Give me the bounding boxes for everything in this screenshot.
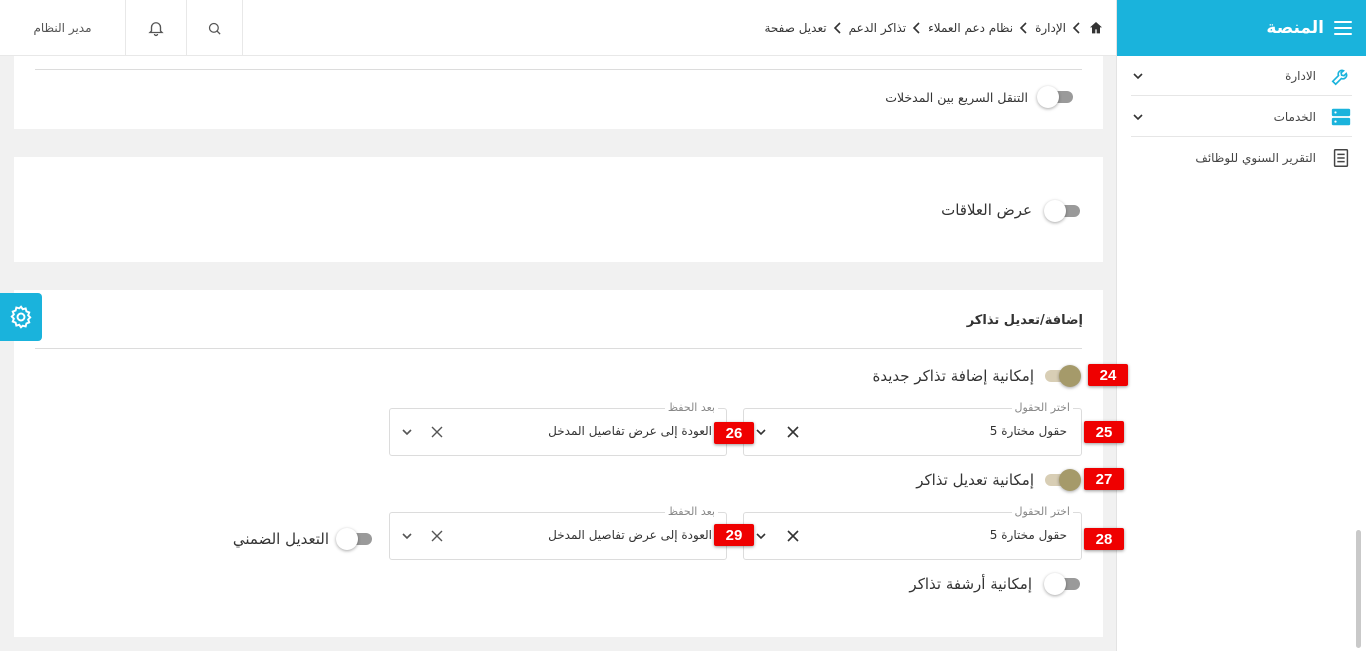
top-bar: مدير النظام الإدارة نظام دعم العملاء تذا… (0, 0, 1116, 56)
chevron-left-icon (1019, 22, 1027, 34)
bell-icon (148, 22, 164, 37)
chevron-down-icon[interactable] (400, 529, 414, 543)
after-save-value: العودة إلى عرض تفاصيل المدخل (548, 528, 712, 542)
fields-value: 5 حقول مختارة (989, 424, 1067, 438)
chevron-down-icon (1133, 113, 1143, 120)
gear-icon (10, 305, 32, 329)
chevron-down-icon[interactable] (754, 425, 768, 439)
fields-value: 5 حقول مختارة (989, 528, 1067, 542)
add-tickets-label: إمكانية إضافة تذاكر جديدة (872, 367, 1034, 385)
search-button[interactable] (186, 0, 243, 56)
quick-nav-card: التنقل السريع بين المدخلات (14, 56, 1103, 129)
brand-title: المنصة (1266, 18, 1324, 38)
edit-fields-select[interactable]: اختر الحقول 5 حقول مختارة (743, 505, 1082, 560)
annotation-badge: 27 (1084, 468, 1124, 490)
home-icon[interactable] (1088, 20, 1104, 36)
notifications-button[interactable] (125, 0, 186, 56)
add-edit-tickets-card: إضافة/تعديل تذاكر إمكانية إضافة تذاكر جد… (14, 290, 1103, 637)
edit-tickets-toggle[interactable] (1043, 469, 1081, 491)
close-icon[interactable] (786, 425, 800, 439)
close-icon[interactable] (430, 529, 444, 543)
relations-label: عرض العلاقات (941, 201, 1032, 219)
chevron-down-icon[interactable] (754, 529, 768, 543)
close-icon[interactable] (786, 529, 800, 543)
annotation-badge: 29 (714, 524, 754, 546)
sidebar: المنصة الادارة الخدمات التقرير السنوي لل… (1116, 0, 1366, 651)
annotation-badge: 26 (714, 422, 754, 444)
annotation-badge: 28 (1084, 528, 1124, 550)
sidebar-item-admin[interactable]: الادارة (1131, 56, 1352, 96)
sidebar-item-label: التقرير السنوي للوظائف (1195, 151, 1316, 165)
user-menu[interactable]: مدير النظام (0, 0, 125, 56)
chevron-down-icon[interactable] (400, 425, 414, 439)
chevron-left-icon (833, 22, 841, 34)
divider (35, 348, 1082, 349)
relations-toggle[interactable] (1044, 200, 1082, 222)
after-save-legend: بعد الحفظ (664, 505, 718, 518)
edit-tickets-label: إمكانية تعديل تذاكر (916, 471, 1034, 489)
section-title: إضافة/تعديل تذاكر (966, 313, 1083, 328)
after-save-value: العودة إلى عرض تفاصيل المدخل (548, 424, 712, 438)
scrollbar-thumb[interactable] (1356, 530, 1361, 648)
brand-header: المنصة (1117, 0, 1366, 56)
search-icon (208, 22, 221, 35)
close-icon[interactable] (430, 425, 444, 439)
divider (35, 69, 1082, 70)
fields-select[interactable]: اختر الحقول 5 حقول مختارة (743, 401, 1082, 456)
sidebar-item-label: الخدمات (1273, 109, 1316, 124)
after-save-legend: بعد الحفظ (664, 401, 718, 414)
wrench-icon (1331, 69, 1348, 85)
sidebar-item-label: الادارة (1285, 68, 1316, 83)
relations-card: عرض العلاقات (14, 157, 1103, 262)
after-save-select[interactable]: بعد الحفظ العودة إلى عرض تفاصيل المدخل (389, 401, 727, 456)
annotation-badge: 24 (1088, 364, 1128, 386)
annotation-badge: 25 (1084, 421, 1124, 443)
breadcrumb: الإدارة نظام دعم العملاء تذاكر الدعم تعد… (764, 0, 1104, 56)
quick-nav-toggle[interactable] (1037, 86, 1075, 108)
quick-nav-label: التنقل السريع بين المدخلات (885, 90, 1028, 105)
breadcrumb-current: تعديل صفحة (764, 21, 827, 35)
chevron-left-icon (1072, 22, 1080, 34)
breadcrumb-item[interactable]: نظام دعم العملاء (928, 21, 1013, 35)
inline-edit-toggle[interactable] (336, 528, 374, 550)
inline-edit-label: التعديل الضمني (232, 530, 329, 548)
chevron-left-icon (913, 22, 920, 34)
breadcrumb-item[interactable]: الإدارة (1035, 21, 1066, 35)
breadcrumb-item[interactable]: تذاكر الدعم (849, 21, 907, 35)
document-icon (1333, 149, 1349, 167)
archive-tickets-label: إمكانية أرشفة تذاكر (909, 575, 1032, 593)
edit-after-save-select[interactable]: بعد الحفظ العودة إلى عرض تفاصيل المدخل (389, 505, 727, 560)
user-name: مدير النظام (33, 21, 92, 35)
chevron-down-icon (1133, 72, 1143, 79)
sidebar-item-annual-report[interactable]: التقرير السنوي للوظائف (1131, 138, 1352, 178)
archive-tickets-toggle[interactable] (1044, 573, 1082, 595)
sidebar-item-services[interactable]: الخدمات (1131, 97, 1352, 137)
settings-button[interactable] (0, 293, 42, 341)
server-icon (1331, 108, 1351, 125)
menu-icon[interactable] (1334, 21, 1352, 35)
add-tickets-toggle[interactable] (1043, 365, 1081, 387)
fields-legend: اختر الحقول (1011, 505, 1073, 518)
fields-legend: اختر الحقول (1011, 401, 1073, 414)
